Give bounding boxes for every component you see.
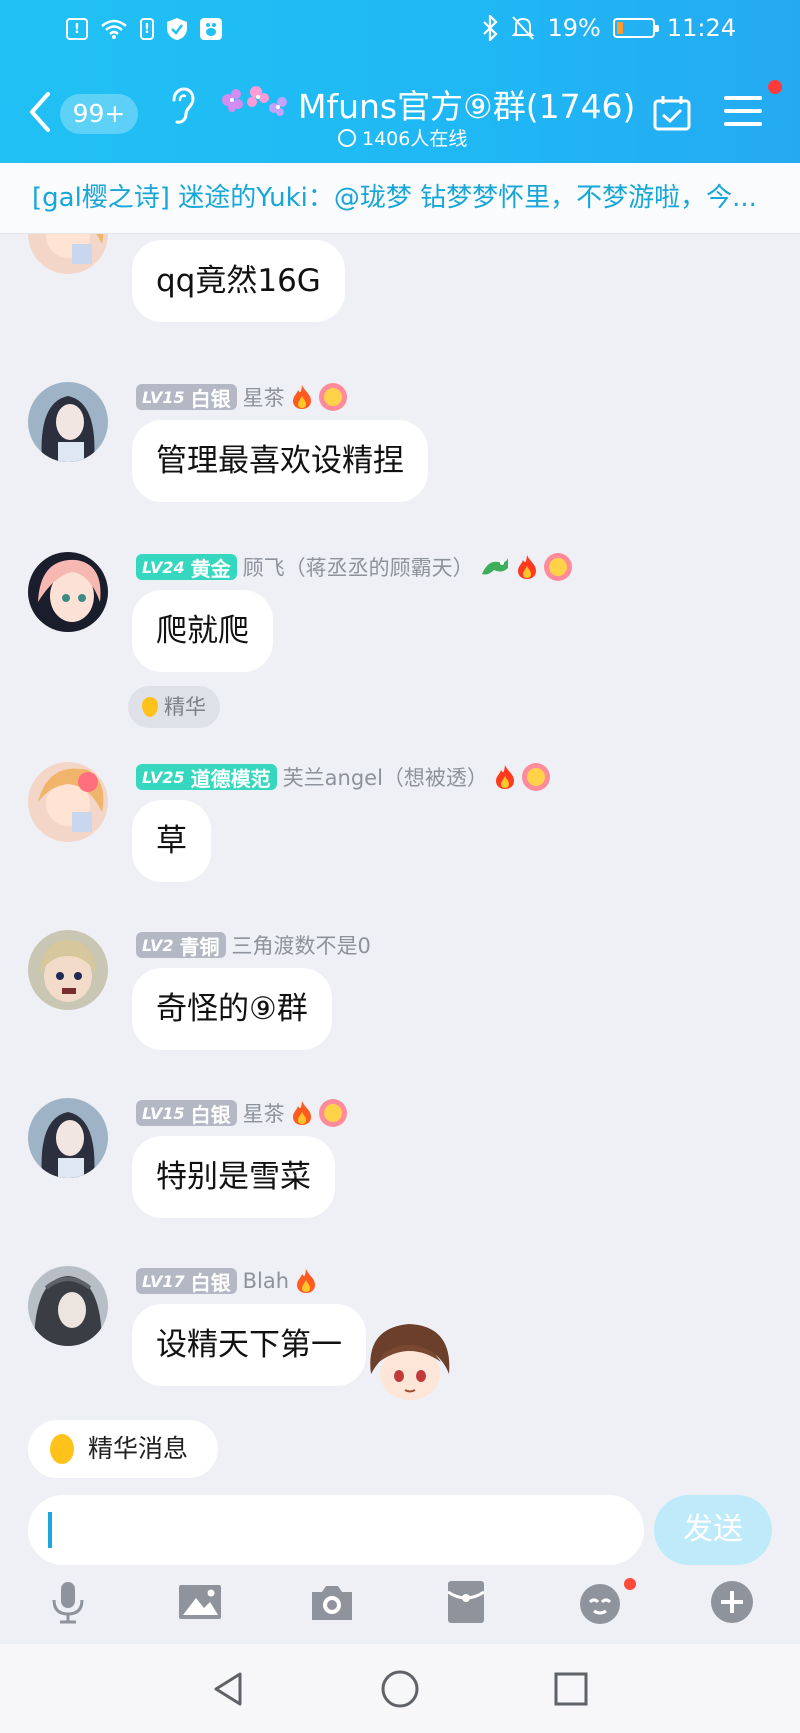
text-caret xyxy=(48,1512,52,1548)
fire-icon xyxy=(292,1101,311,1125)
sender-name[interactable]: 星茶 xyxy=(243,1098,285,1128)
message-bubble[interactable]: 草 xyxy=(132,800,211,882)
fire-icon xyxy=(495,765,514,789)
essence-drop-icon xyxy=(142,697,158,717)
menu-icon[interactable] xyxy=(724,96,762,130)
home-circle-icon[interactable] xyxy=(379,1668,421,1710)
ear-icon[interactable] xyxy=(166,86,196,126)
input-toolbar xyxy=(0,1578,800,1634)
microphone-icon[interactable] xyxy=(44,1578,92,1626)
unread-badge[interactable]: 99+ xyxy=(60,94,138,134)
message-bubble[interactable]: 爬就爬 xyxy=(132,590,273,672)
level-badge: LV24 黄金 xyxy=(136,554,237,581)
smile-badge-icon xyxy=(543,553,572,581)
message-bubble[interactable]: 奇怪的⑨群 xyxy=(132,968,332,1050)
message-bubble[interactable]: 特别是雪菜 xyxy=(132,1136,335,1218)
plus-icon[interactable] xyxy=(708,1578,756,1626)
back-triangle-icon[interactable] xyxy=(208,1668,250,1710)
alert-icon: ! xyxy=(66,18,88,40)
sender-info: LV15 白银 星茶 xyxy=(136,382,347,412)
wifi-icon xyxy=(101,19,127,39)
level-badge: LV17 白银 xyxy=(136,1268,237,1295)
sender-info: LV2 青铜 三角渡数不是0 xyxy=(136,930,371,960)
pinned-notice[interactable]: [gal樱之诗] 迷途的Yuki：@珑梦 钻梦梦怀里，不梦游啦，今... xyxy=(0,163,800,234)
bluetooth-icon xyxy=(483,15,499,41)
level-badge: LV15 白银 xyxy=(136,384,237,411)
sender-info: LV15 白银 星茶 xyxy=(136,1098,347,1128)
battery-percent: 19% xyxy=(547,14,601,42)
level-badge: LV2 青铜 xyxy=(136,932,226,959)
clock: 11:24 xyxy=(666,14,736,42)
fire-icon xyxy=(517,555,536,579)
shield-icon xyxy=(167,18,187,40)
notification-dot xyxy=(768,80,782,94)
chibi-character-sticker xyxy=(370,1324,450,1400)
avatar[interactable] xyxy=(28,1266,108,1346)
send-button[interactable]: 发送 xyxy=(654,1495,772,1565)
message-bubble[interactable]: 设精天下第一 xyxy=(132,1304,366,1386)
status-bar: ! ! 19% 11:24 xyxy=(0,0,800,62)
smile-badge-icon xyxy=(521,763,550,791)
avatar[interactable] xyxy=(28,930,108,1010)
essence-messages-button[interactable]: 精华消息 xyxy=(28,1420,218,1478)
avatar[interactable] xyxy=(28,1098,108,1178)
recents-square-icon[interactable] xyxy=(550,1668,592,1710)
smile-badge-icon xyxy=(318,1099,347,1127)
sender-name[interactable]: Blah xyxy=(243,1269,289,1293)
online-count: 1406人在线 xyxy=(338,124,467,151)
battery-icon xyxy=(612,18,659,38)
message-input[interactable] xyxy=(28,1495,644,1565)
emoji-icon[interactable] xyxy=(576,1578,624,1626)
flower-decoration-icon xyxy=(222,86,287,116)
back-arrow-icon[interactable] xyxy=(28,90,52,134)
sender-name[interactable]: 芙兰angel（想被透） xyxy=(283,762,488,792)
avatar[interactable] xyxy=(28,234,108,274)
emoji-notification-dot xyxy=(624,1578,636,1590)
mute-bell-icon xyxy=(512,16,535,40)
level-badge: LV15 白银 xyxy=(136,1100,237,1127)
smile-badge-icon xyxy=(318,383,347,411)
header: ! ! 19% 11:24 99+ Mfuns官方⑨群(1746) 1406人在… xyxy=(0,0,800,163)
fire-icon xyxy=(297,1269,316,1293)
system-nav-bar xyxy=(0,1644,800,1733)
online-status-icon xyxy=(338,128,356,147)
sender-name[interactable]: 星茶 xyxy=(243,382,285,412)
sender-name[interactable]: 顾飞（蒋丞丞的顾霸天） xyxy=(243,552,474,582)
message-bubble[interactable]: qq竟然16G xyxy=(132,240,345,322)
calendar-check-icon[interactable] xyxy=(652,94,692,132)
camera-icon[interactable] xyxy=(308,1578,356,1626)
sender-info: LV17 白银 Blah xyxy=(136,1268,317,1295)
avatar[interactable] xyxy=(28,382,108,462)
message-list[interactable]: qq竟然16G LV15 白银 星茶 管理最喜欢设精捏 LV24 黄金 顾飞（蒋丞丞… xyxy=(0,234,800,1489)
essence-drop-icon xyxy=(50,1434,74,1464)
sender-name[interactable]: 三角渡数不是0 xyxy=(232,930,371,960)
sender-info: LV24 黄金 顾飞（蒋丞丞的顾霸天） xyxy=(136,552,572,582)
avatar[interactable] xyxy=(28,762,108,842)
sim-icon: ! xyxy=(140,18,154,40)
dragon-icon xyxy=(481,558,508,575)
essence-tag[interactable]: 精华 xyxy=(128,686,220,728)
sender-info: LV25 道德模范 芙兰angel（想被透） xyxy=(136,762,550,792)
baidu-icon xyxy=(200,18,222,40)
level-badge: LV25 道德模范 xyxy=(136,764,277,791)
avatar[interactable] xyxy=(28,552,108,632)
group-title[interactable]: Mfuns官方⑨群(1746) xyxy=(298,80,635,128)
online-text: 1406人在线 xyxy=(362,128,468,150)
red-packet-icon[interactable] xyxy=(442,1578,490,1626)
fire-icon xyxy=(292,385,311,409)
image-icon[interactable] xyxy=(176,1578,224,1626)
message-bubble[interactable]: 管理最喜欢设精捏 xyxy=(132,420,428,502)
